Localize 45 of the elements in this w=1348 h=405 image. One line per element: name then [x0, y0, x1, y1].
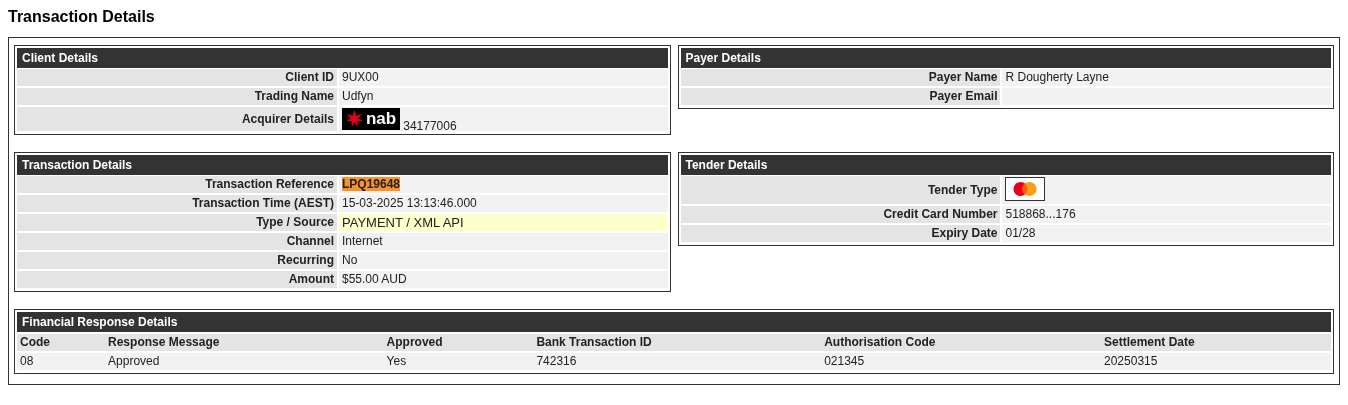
field-label: Transaction Time (AEST)	[17, 195, 339, 212]
field-label: Recurring	[17, 252, 339, 269]
field-label: Trading Name	[17, 88, 339, 105]
panel-header: Client Details	[17, 48, 668, 68]
table-cell: 742316	[533, 353, 822, 370]
acquirer-number: 34177006	[403, 119, 457, 133]
column-header: Settlement Date	[1101, 334, 1331, 351]
reference-value: LPQ19648	[342, 177, 401, 191]
panel-header: Payer Details	[680, 48, 1331, 68]
field-label: Tender Type	[680, 176, 1003, 204]
field-label: Channel	[17, 233, 339, 250]
table-cell: 08	[17, 353, 106, 370]
field-value: Internet	[339, 233, 668, 250]
field-value: PAYMENT / XML API	[339, 214, 668, 231]
field-value: 518868...176	[1002, 206, 1331, 223]
field-label: Acquirer Details	[17, 107, 339, 131]
field-value: $55.00 AUD	[339, 271, 668, 288]
table-cell: Approved	[105, 353, 384, 370]
table-cell: 021345	[821, 353, 1101, 370]
field-value: 15-03-2025 13:13:46.000	[339, 195, 668, 212]
field-label: Amount	[17, 271, 339, 288]
field-label: Type / Source	[17, 214, 339, 231]
field-value: R Dougherty Layne	[1002, 69, 1331, 86]
field-value: 01/28	[1002, 225, 1331, 242]
column-header: Response Message	[105, 334, 384, 351]
field-value: Udfyn	[339, 88, 668, 105]
field-label: Payer Email	[680, 88, 1003, 105]
field-label: Credit Card Number	[680, 206, 1003, 223]
column-header: Code	[17, 334, 106, 351]
field-label: Payer Name	[680, 69, 1003, 86]
column-header: Bank Transaction ID	[533, 334, 822, 351]
field-value: 9UX00	[339, 69, 668, 86]
table-cell: 20250315	[1101, 353, 1331, 370]
panel-header: Transaction Details	[17, 155, 668, 175]
column-header: Approved	[383, 334, 534, 351]
column-header: Authorisation Code	[821, 334, 1101, 351]
page-title: Transaction Details	[8, 8, 156, 26]
logo-text: nab	[366, 110, 397, 127]
panel-header: Financial Response Details	[17, 312, 1331, 332]
field-label: Transaction Reference	[17, 176, 339, 193]
panel-header: Tender Details	[680, 155, 1331, 175]
field-label: Client ID	[17, 69, 339, 86]
field-value: No	[339, 252, 668, 269]
table-cell: Yes	[383, 353, 534, 370]
field-label: Expiry Date	[680, 225, 1003, 242]
